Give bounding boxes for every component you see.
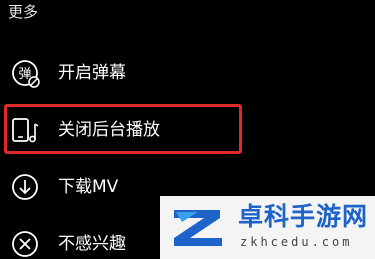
- menu-item-label: 下载MV: [58, 177, 119, 197]
- menu-item-label: 不感兴趣: [58, 234, 126, 254]
- section-title-more: 更多: [8, 3, 39, 21]
- danmaku-icon: 弹: [10, 58, 40, 88]
- watermark-logo-icon: [168, 204, 228, 252]
- menu-item-enable-danmaku[interactable]: 弹 开启弹幕: [0, 48, 250, 98]
- watermark-domain: zkhcedu.com: [240, 235, 353, 249]
- highlight-box: [4, 104, 242, 154]
- close-circle-icon: [10, 229, 40, 259]
- watermark-name: 卓科手游网: [238, 202, 369, 231]
- watermark: 卓科手游网 zkhcedu.com: [160, 196, 375, 259]
- menu-item-label: 开启弹幕: [58, 63, 126, 83]
- download-icon: [10, 172, 40, 202]
